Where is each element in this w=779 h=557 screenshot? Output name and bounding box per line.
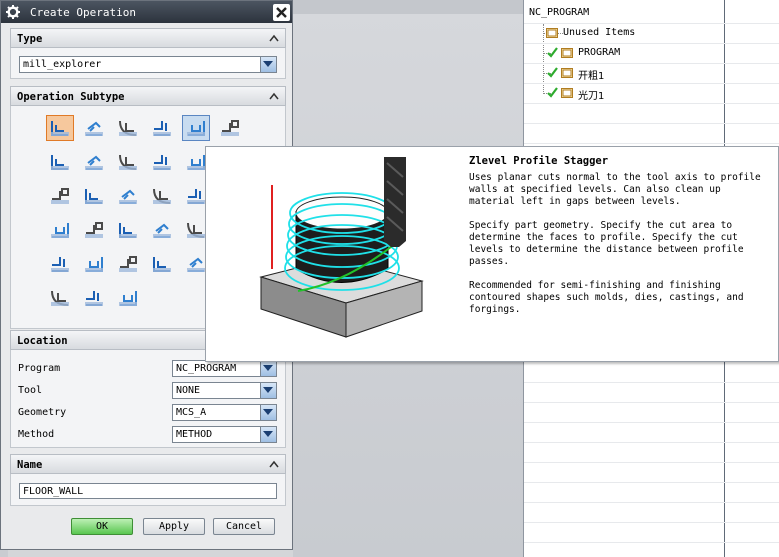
apply-button[interactable]: Apply xyxy=(143,518,205,535)
operation-subtype-icon-25[interactable] xyxy=(149,252,175,276)
nav-row-unused[interactable]: Unused Items xyxy=(524,23,779,44)
geometry-dropdown[interactable]: MCS_A xyxy=(172,404,277,421)
subtype-tooltip: Zlevel Profile Stagger Uses planar cuts … xyxy=(205,146,779,362)
geometry-label: Geometry xyxy=(18,407,67,418)
chevron-up-icon xyxy=(269,34,279,42)
subtype-section-header[interactable]: Operation Subtype xyxy=(10,86,286,106)
operation-subtype-icon-28[interactable] xyxy=(81,286,107,310)
operation-subtype-icon-9[interactable] xyxy=(115,150,141,174)
operation-subtype-icon-13[interactable] xyxy=(81,184,107,208)
nav-root-label: NC_PROGRAM xyxy=(529,7,590,18)
operation-subtype-icon-18[interactable] xyxy=(81,218,107,242)
operation-subtype-icon-5[interactable] xyxy=(182,115,210,141)
check-icon xyxy=(547,87,558,98)
operation-subtype-icon-20[interactable] xyxy=(149,218,175,242)
dialog-title: Create Operation xyxy=(30,6,136,19)
nav-row-finish[interactable]: 光刀1 xyxy=(524,83,779,104)
operation-subtype-icon-23[interactable] xyxy=(81,252,107,276)
dropdown-button[interactable] xyxy=(260,405,276,420)
chevron-up-icon xyxy=(269,92,279,100)
chevron-down-icon xyxy=(263,365,273,371)
operation-subtype-icon-7[interactable] xyxy=(47,150,73,174)
nav-row-program[interactable]: PROGRAM xyxy=(524,43,779,64)
nav-item-label: 开粗1 xyxy=(578,71,605,82)
operation-subtype-icon-2[interactable] xyxy=(81,116,107,140)
folder-icon xyxy=(561,68,573,78)
operation-subtype-icon-29[interactable] xyxy=(115,286,141,310)
method-value: METHOD xyxy=(176,429,213,440)
nav-row-root[interactable]: NC_PROGRAM xyxy=(524,3,779,24)
dropdown-button[interactable] xyxy=(260,427,276,442)
tooltip-title: Zlevel Profile Stagger xyxy=(469,155,609,167)
dropdown-button[interactable] xyxy=(260,383,276,398)
ok-button[interactable]: OK xyxy=(71,518,133,535)
program-dropdown[interactable]: NC_PROGRAM xyxy=(172,360,277,377)
nav-item-label: Unused Items xyxy=(563,27,636,38)
chevron-down-icon xyxy=(263,409,273,415)
tool-value: NONE xyxy=(176,385,201,396)
check-icon xyxy=(547,47,558,58)
operation-subtype-icon-3[interactable] xyxy=(115,116,141,140)
tool-label: Tool xyxy=(18,385,43,396)
operation-subtype-icon-12[interactable] xyxy=(47,184,73,208)
operation-subtype-icon-22[interactable] xyxy=(47,252,73,276)
operation-subtype-icon-6[interactable] xyxy=(217,116,243,140)
geometry-value: MCS_A xyxy=(176,407,207,418)
method-dropdown[interactable]: METHOD xyxy=(172,426,277,443)
nav-item-label: PROGRAM xyxy=(578,47,621,58)
name-value: FLOOR_WALL xyxy=(23,486,84,497)
name-section-header[interactable]: Name xyxy=(10,454,286,474)
location-section-label: Location xyxy=(17,335,68,347)
subtype-section-label: Operation Subtype xyxy=(17,91,125,103)
chevron-down-icon xyxy=(263,61,273,67)
check-icon xyxy=(547,67,558,78)
program-value: NC_PROGRAM xyxy=(176,363,237,374)
folder-icon xyxy=(561,88,573,98)
operation-subtype-icon-17[interactable] xyxy=(47,218,73,242)
close-icon xyxy=(276,7,287,18)
operation-subtype-icon-10[interactable] xyxy=(149,150,175,174)
operation-subtype-icon-15[interactable] xyxy=(149,184,175,208)
cancel-button[interactable]: Cancel xyxy=(213,518,275,535)
graphics-window-top xyxy=(293,0,523,14)
type-section-label: Type xyxy=(17,33,43,45)
operation-subtype-icon-8[interactable] xyxy=(81,150,107,174)
tooltip-paragraph: Recommended for semi-finishing and finis… xyxy=(469,280,744,315)
tooltip-paragraph: Uses planar cuts normal to the tool axis… xyxy=(469,172,761,207)
operation-subtype-icon-14[interactable] xyxy=(115,184,141,208)
operation-subtype-icon-19[interactable] xyxy=(115,218,141,242)
type-dropdown[interactable]: mill_explorer xyxy=(19,56,277,73)
close-button[interactable] xyxy=(273,4,290,21)
type-section-header[interactable]: Type xyxy=(10,28,286,48)
operation-subtype-icon-24[interactable] xyxy=(115,252,141,276)
operation-subtype-icon-27[interactable] xyxy=(47,286,73,310)
dropdown-button[interactable] xyxy=(260,57,276,72)
name-input[interactable]: FLOOR_WALL xyxy=(19,483,277,499)
program-label: Program xyxy=(18,363,61,374)
name-section-label: Name xyxy=(17,459,43,471)
operation-subtype-icon-1[interactable] xyxy=(46,115,74,141)
nav-item-label: 光刀1 xyxy=(578,91,605,102)
folder-icon xyxy=(561,48,573,58)
type-panel: mill_explorer xyxy=(10,48,286,79)
zlevel-profile-illustration xyxy=(259,157,424,338)
tool-dropdown[interactable]: NONE xyxy=(172,382,277,399)
nav-row-rough[interactable]: 开粗1 xyxy=(524,63,779,84)
operation-subtype-icon-4[interactable] xyxy=(149,116,175,140)
dialog-title-bar[interactable]: Create Operation xyxy=(1,1,292,23)
dropdown-button[interactable] xyxy=(260,361,276,376)
tooltip-paragraph: Specify part geometry. Specify the cut a… xyxy=(469,220,744,267)
chevron-down-icon xyxy=(263,387,273,393)
chevron-down-icon xyxy=(263,431,273,437)
chevron-up-icon xyxy=(269,460,279,468)
method-label: Method xyxy=(18,429,55,440)
folder-icon xyxy=(546,28,558,38)
gear-icon xyxy=(6,5,20,19)
type-value: mill_explorer xyxy=(23,59,102,70)
